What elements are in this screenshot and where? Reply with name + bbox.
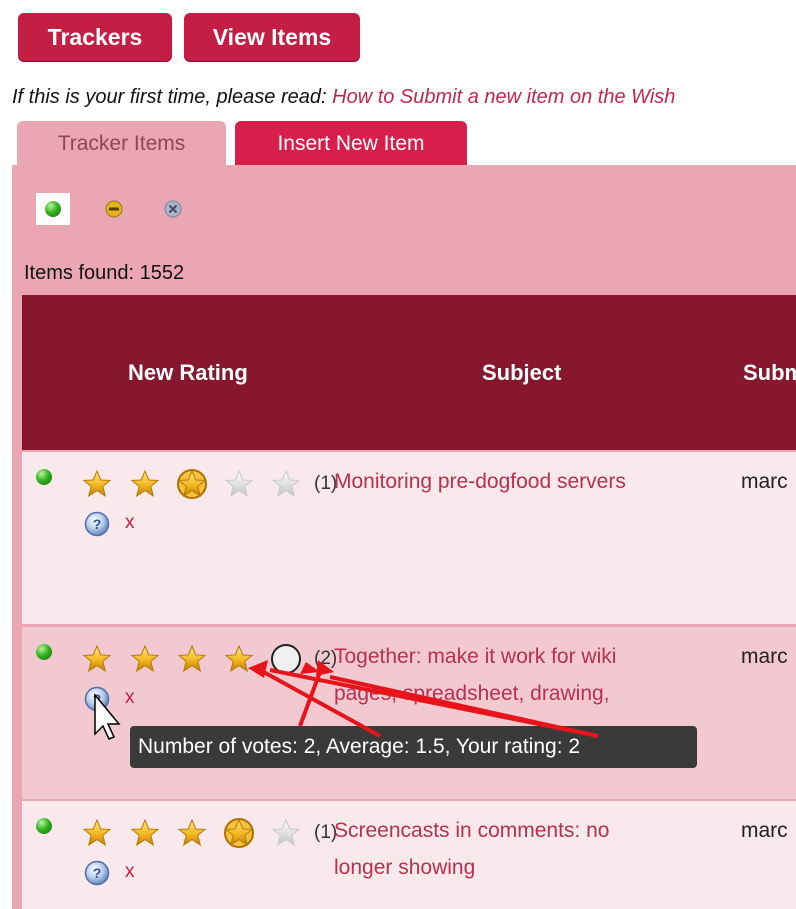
red-annotation-arrows — [248, 660, 599, 738]
annotation-arrows — [94, 660, 599, 740]
mouse-cursor-icon — [94, 692, 121, 740]
